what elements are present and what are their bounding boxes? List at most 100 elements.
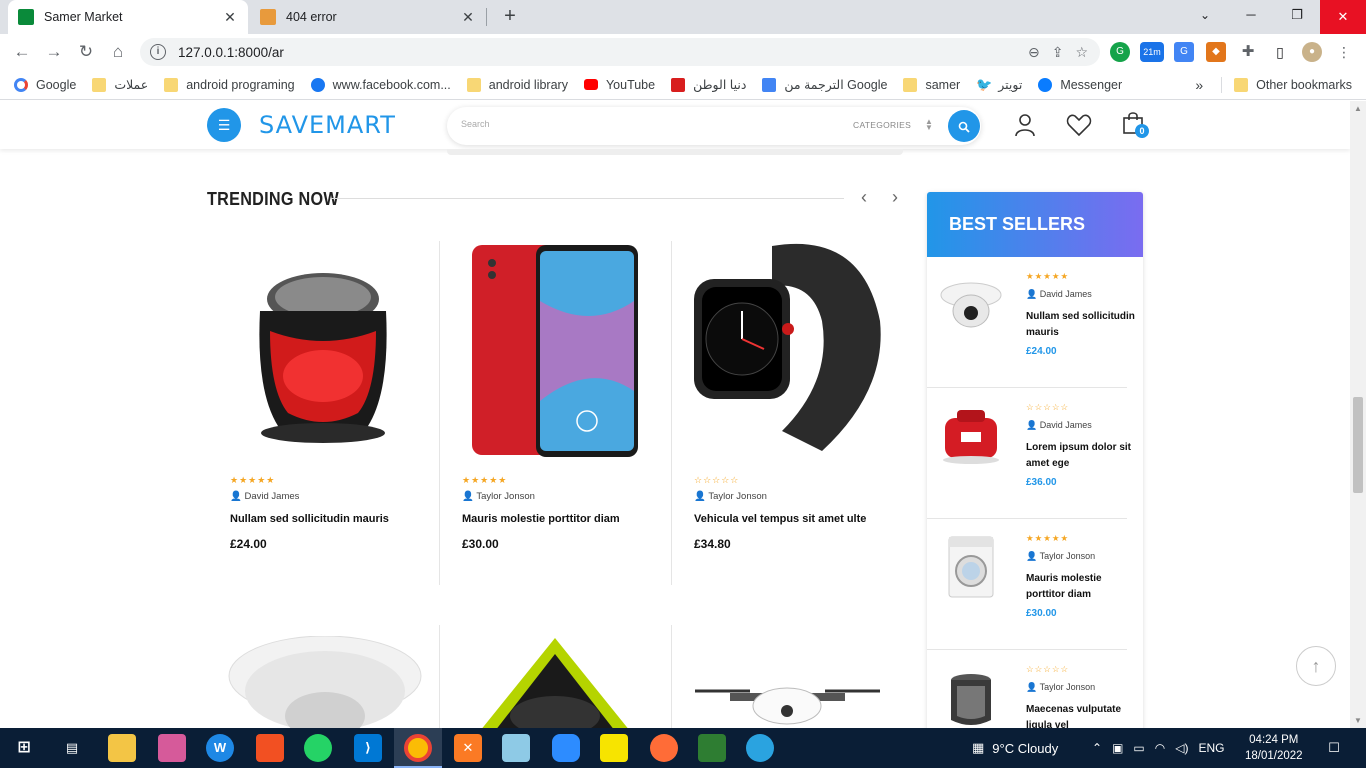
profile-avatar[interactable]: ●: [1302, 42, 1322, 62]
address-bar[interactable]: i 127.0.0.1:8000/ar ⊖ ⇪ ☆: [140, 38, 1100, 66]
product-name[interactable]: Nullam sed sollicitudin mauris: [230, 513, 389, 525]
product-name[interactable]: Maecenas vulputate ligula vel: [1026, 702, 1138, 728]
extension-timer-icon[interactable]: 21m: [1140, 42, 1164, 62]
clock[interactable]: 04:24 PM 18/01/2022: [1245, 732, 1303, 764]
best-seller-image-rice-cooker[interactable]: [937, 402, 1005, 470]
side-panel-icon[interactable]: ▯: [1270, 42, 1290, 62]
bookmark-folder-currencies[interactable]: عملات: [92, 77, 148, 92]
product-name[interactable]: Lorem ipsum dolor sit amet ege: [1026, 440, 1138, 471]
grammarly-icon[interactable]: G: [1110, 42, 1130, 62]
tab-search-icon[interactable]: ⌄: [1182, 0, 1228, 30]
extensions-puzzle-icon[interactable]: ✚: [1238, 42, 1258, 62]
share-icon[interactable]: ⇪: [1052, 44, 1064, 61]
windows-start-icon[interactable]: ⊞: [10, 734, 38, 762]
bookmark-folder-samer[interactable]: samer: [903, 77, 960, 92]
reload-button[interactable]: ↻: [74, 40, 98, 64]
categories-select[interactable]: CATEGORIES: [853, 120, 911, 130]
product-image-drone[interactable]: [690, 671, 885, 728]
search-icon[interactable]: [948, 110, 980, 142]
notifications-icon[interactable]: ☐: [1320, 734, 1348, 762]
tab-404-error[interactable]: 404 error ✕: [250, 0, 486, 34]
close-window-button[interactable]: ✕: [1320, 0, 1366, 34]
best-seller-image-camera[interactable]: [937, 271, 1005, 339]
scroll-to-top-button[interactable]: ↑: [1296, 646, 1336, 686]
product-image-bluetooth-speaker[interactable]: [470, 636, 640, 728]
best-seller-item[interactable]: ★★★★★ 👤 Taylor Jonson Mauris molestie po…: [927, 519, 1143, 650]
bookmark-google[interactable]: Google: [14, 77, 76, 92]
best-seller-item[interactable]: ☆☆☆☆☆ 👤 Taylor Jonson Maecenas vulputate…: [927, 650, 1143, 728]
microsoft-store-icon[interactable]: [256, 734, 284, 762]
file-explorer-icon[interactable]: [108, 734, 136, 762]
tray-app-icon[interactable]: ▣: [1112, 741, 1123, 755]
scrollbar-thumb[interactable]: [1353, 397, 1363, 493]
app-icon[interactable]: [502, 734, 530, 762]
back-button[interactable]: ←: [10, 40, 34, 64]
metamask-icon[interactable]: ◆: [1206, 42, 1226, 62]
telegram-icon[interactable]: [746, 734, 774, 762]
whatsapp-icon[interactable]: [304, 734, 332, 762]
close-tab-icon[interactable]: ✕: [222, 9, 238, 26]
best-seller-item[interactable]: ☆☆☆☆☆ 👤 David James Lorem ipsum dolor si…: [927, 388, 1143, 519]
forward-button[interactable]: →: [42, 40, 66, 64]
product-card[interactable]: ★★★★★ 👤 David James Nullam sed sollicitu…: [208, 241, 440, 585]
sticky-notes-icon[interactable]: [600, 734, 628, 762]
new-tab-button[interactable]: +: [498, 4, 522, 28]
product-card[interactable]: ★★★★★ 👤 Taylor Jonson Mauris molestie po…: [440, 241, 672, 585]
product-card[interactable]: ☆☆☆☆☆ 👤 Taylor Jonson Vehicula vel tempu…: [672, 241, 904, 585]
zoom-app-icon[interactable]: [552, 734, 580, 762]
paint-icon[interactable]: [158, 734, 186, 762]
search-input[interactable]: Search: [461, 119, 490, 129]
bookmark-messenger[interactable]: Messenger: [1038, 77, 1122, 92]
bookmark-twitter[interactable]: 🐦 تويتر: [976, 77, 1022, 92]
network-app-icon[interactable]: [698, 734, 726, 762]
product-name[interactable]: Mauris molestie porttitor diam: [1026, 571, 1138, 602]
hamburger-menu-icon[interactable]: ☰: [207, 108, 241, 142]
scroll-down-arrow-icon[interactable]: ▼: [1354, 716, 1362, 725]
bookmark-folder-android-library[interactable]: android library: [466, 77, 568, 92]
product-image-speaker[interactable]: [208, 241, 440, 471]
bookmark-youtube[interactable]: YouTube: [583, 78, 655, 92]
product-image-phone[interactable]: [440, 241, 672, 471]
close-tab-icon[interactable]: ✕: [460, 9, 476, 26]
slider-next-icon[interactable]: ›: [892, 187, 898, 208]
bookmark-donia-alwatan[interactable]: دنيا الوطن: [671, 77, 746, 92]
chrome-menu-icon[interactable]: ⋮: [1334, 42, 1354, 62]
site-logo[interactable]: SAVEMART: [259, 111, 396, 139]
bookmark-star-icon[interactable]: ☆: [1075, 44, 1088, 61]
slider-prev-icon[interactable]: ‹: [861, 187, 867, 208]
product-image-watch[interactable]: [672, 241, 904, 471]
zoom-icon[interactable]: ⊖: [1028, 44, 1040, 61]
wifi-icon[interactable]: ◠: [1155, 741, 1165, 755]
tab-samer-market[interactable]: Samer Market ✕: [8, 0, 248, 34]
language-indicator[interactable]: ENG: [1198, 741, 1224, 755]
bookmark-folder-android-programing[interactable]: android programing: [164, 77, 295, 92]
product-name[interactable]: Vehicula vel tempus sit amet ulte: [694, 513, 866, 525]
best-seller-image-speaker[interactable]: [937, 664, 1005, 728]
best-seller-item[interactable]: ★★★★★ 👤 David James Nullam sed sollicitu…: [927, 257, 1143, 388]
user-account-icon[interactable]: [1014, 113, 1036, 143]
postman-icon[interactable]: [650, 734, 678, 762]
search-bar[interactable]: Search CATEGORIES ▲ ▼: [447, 107, 981, 145]
xampp-icon[interactable]: ✕: [454, 734, 482, 762]
restore-button[interactable]: ❐: [1274, 0, 1320, 30]
volume-icon[interactable]: ◁): [1175, 741, 1188, 755]
page-scrollbar[interactable]: ▲ ▼: [1350, 101, 1366, 728]
bookmarks-overflow-button[interactable]: »: [1195, 77, 1203, 93]
tray-expand-icon[interactable]: ⌃: [1092, 741, 1102, 755]
wishlist-heart-icon[interactable]: [1066, 113, 1092, 143]
scroll-up-arrow-icon[interactable]: ▲: [1354, 104, 1362, 113]
bookmark-facebook[interactable]: www.facebook.com...: [310, 77, 451, 92]
best-seller-image-washing-machine[interactable]: [937, 533, 1005, 601]
product-name[interactable]: Nullam sed sollicitudin mauris: [1026, 309, 1138, 340]
translate-extension-icon[interactable]: G: [1174, 42, 1194, 62]
weather-widget[interactable]: ▦ 9°C Cloudy: [972, 728, 1058, 768]
product-name[interactable]: Mauris molestie porttitor diam: [462, 513, 620, 525]
site-info-icon[interactable]: i: [150, 44, 166, 60]
battery-icon[interactable]: ▭: [1133, 741, 1144, 755]
minimize-button[interactable]: ─: [1228, 0, 1274, 30]
task-view-icon[interactable]: ▤: [58, 734, 86, 762]
chrome-icon[interactable]: [404, 734, 432, 762]
home-button[interactable]: ⌂: [106, 40, 130, 64]
vscode-icon[interactable]: ⟩: [354, 734, 382, 762]
browser-app-icon[interactable]: W: [206, 734, 234, 762]
